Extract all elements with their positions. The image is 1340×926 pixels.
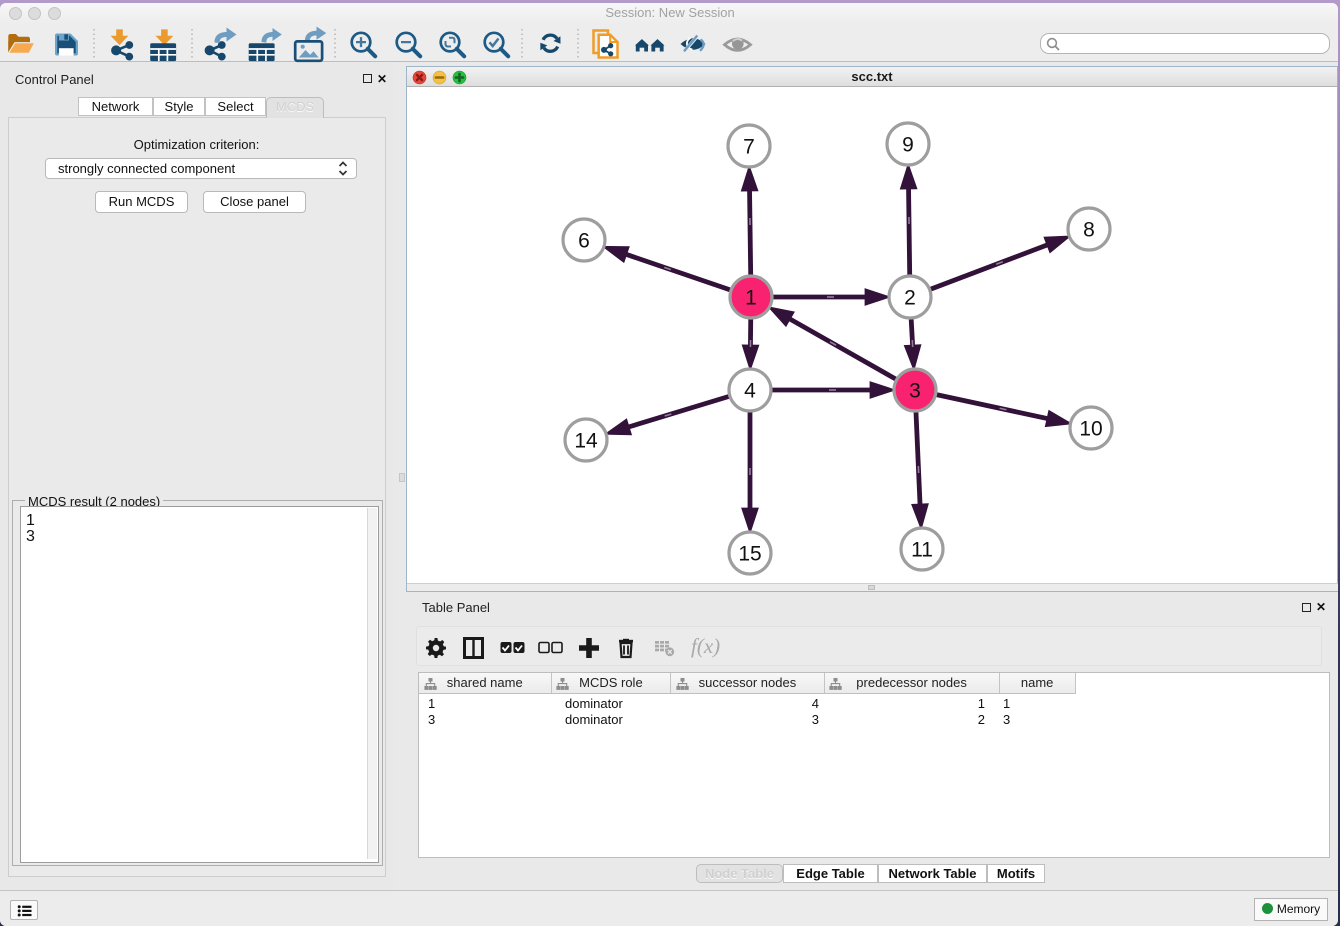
svg-text:3: 3 [909, 380, 921, 403]
svg-text:1: 1 [745, 287, 757, 310]
svg-text:15: 15 [738, 543, 761, 566]
svg-text:4: 4 [744, 380, 756, 403]
svg-text:2: 2 [904, 287, 916, 310]
svg-text:9: 9 [902, 134, 914, 157]
svg-text:6: 6 [578, 230, 590, 253]
svg-text:7: 7 [743, 136, 755, 159]
svg-text:14: 14 [574, 430, 598, 453]
svg-text:10: 10 [1079, 418, 1102, 441]
svg-text:11: 11 [911, 539, 933, 562]
svg-text:8: 8 [1083, 219, 1095, 242]
